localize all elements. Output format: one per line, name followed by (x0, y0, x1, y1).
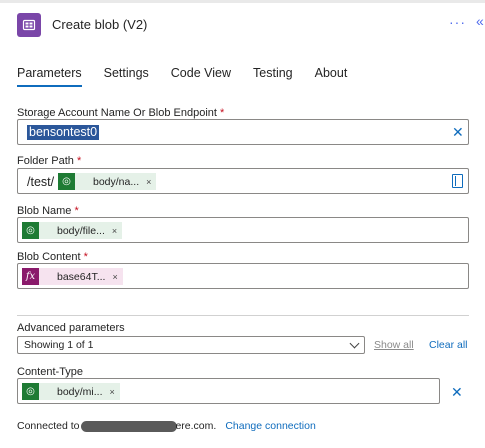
dataverse-icon: ◎ (22, 383, 39, 400)
blob-name-label: Blob Name * (17, 205, 79, 217)
azure-blob-storage-icon (17, 12, 41, 37)
advanced-parameters-label: Advanced parameters (17, 322, 125, 334)
remove-token-icon[interactable]: × (146, 177, 151, 187)
required-marker: * (76, 155, 82, 167)
storage-account-label: Storage Account Name Or Blob Endpoint * (17, 107, 224, 119)
tab-bar: Parameters Settings Code View Testing Ab… (17, 63, 369, 89)
folder-path-label-text: Folder Path (17, 155, 74, 167)
blob-content-input[interactable]: fx base64T... × (17, 263, 469, 289)
advanced-parameters-dropdown[interactable]: Showing 1 of 1 (17, 336, 365, 354)
section-divider (17, 315, 469, 316)
content-type-input[interactable]: ◎ body/mi... × (17, 378, 440, 404)
dynamic-content-picker-icon[interactable] (452, 174, 463, 188)
function-icon: fx (22, 268, 39, 285)
token-label: body/mi... (57, 385, 103, 398)
tab-parameters[interactable]: Parameters (17, 63, 82, 87)
show-all-link[interactable]: Show all (374, 339, 414, 351)
tab-code-view[interactable]: Code View (171, 63, 231, 87)
content-type-label: Content-Type (17, 366, 84, 378)
dropdown-value: Showing 1 of 1 (24, 339, 94, 351)
remove-parameter-icon[interactable]: ✕ (451, 385, 463, 399)
tab-about[interactable]: About (315, 63, 348, 87)
token-label: body/file... (57, 224, 105, 237)
required-marker: * (74, 205, 79, 217)
dataverse-icon: ◎ (58, 173, 75, 190)
required-marker: * (83, 251, 88, 263)
connection-prefix: Connected to (17, 420, 80, 432)
required-marker: * (220, 107, 225, 119)
blob-name-label-text: Blob Name (17, 205, 72, 217)
dynamic-content-token[interactable]: ◎ body/mi... × (22, 383, 120, 400)
action-title: Create blob (V2) (52, 17, 148, 32)
dynamic-content-token[interactable]: ◎ body/file... × (22, 222, 123, 239)
clear-icon[interactable]: ✕ (452, 125, 464, 139)
blob-name-input[interactable]: ◎ body/file... × (17, 217, 469, 243)
connection-info: Connected to ere.com. Change connection (17, 420, 316, 432)
blob-content-label: Blob Content * (17, 251, 88, 263)
folder-path-label: Folder Path * (17, 155, 81, 167)
storage-account-value: bensontest0 (27, 125, 100, 140)
storage-account-label-text: Storage Account Name Or Blob Endpoint (17, 107, 217, 119)
token-label: base64T... (57, 270, 106, 283)
clear-all-link[interactable]: Clear all (429, 339, 468, 351)
more-options-icon[interactable]: ··· (449, 14, 466, 30)
connection-suffix: ere.com. (175, 420, 217, 432)
token-label: body/na... (93, 175, 140, 188)
action-header: Create blob (V2) (17, 12, 147, 37)
tab-testing[interactable]: Testing (253, 63, 293, 87)
change-connection-link[interactable]: Change connection (225, 420, 316, 432)
dataverse-icon: ◎ (22, 222, 39, 239)
collapse-panel-icon[interactable]: « (476, 13, 484, 29)
storage-account-input[interactable]: bensontest0 ✕ (17, 119, 469, 145)
chevron-down-icon (349, 338, 360, 349)
dynamic-content-token[interactable]: ◎ body/na... × (58, 173, 157, 190)
expression-token[interactable]: fx base64T... × (22, 268, 123, 285)
redacted-account (81, 420, 178, 432)
folder-path-prefix: /test/ (27, 175, 55, 189)
remove-token-icon[interactable]: × (112, 226, 117, 236)
blob-content-label-text: Blob Content (17, 251, 81, 263)
top-border (0, 0, 485, 3)
tab-settings[interactable]: Settings (104, 63, 149, 87)
remove-token-icon[interactable]: × (110, 387, 115, 397)
folder-path-input[interactable]: /test/ ◎ body/na... × (17, 168, 469, 194)
remove-token-icon[interactable]: × (112, 272, 117, 282)
